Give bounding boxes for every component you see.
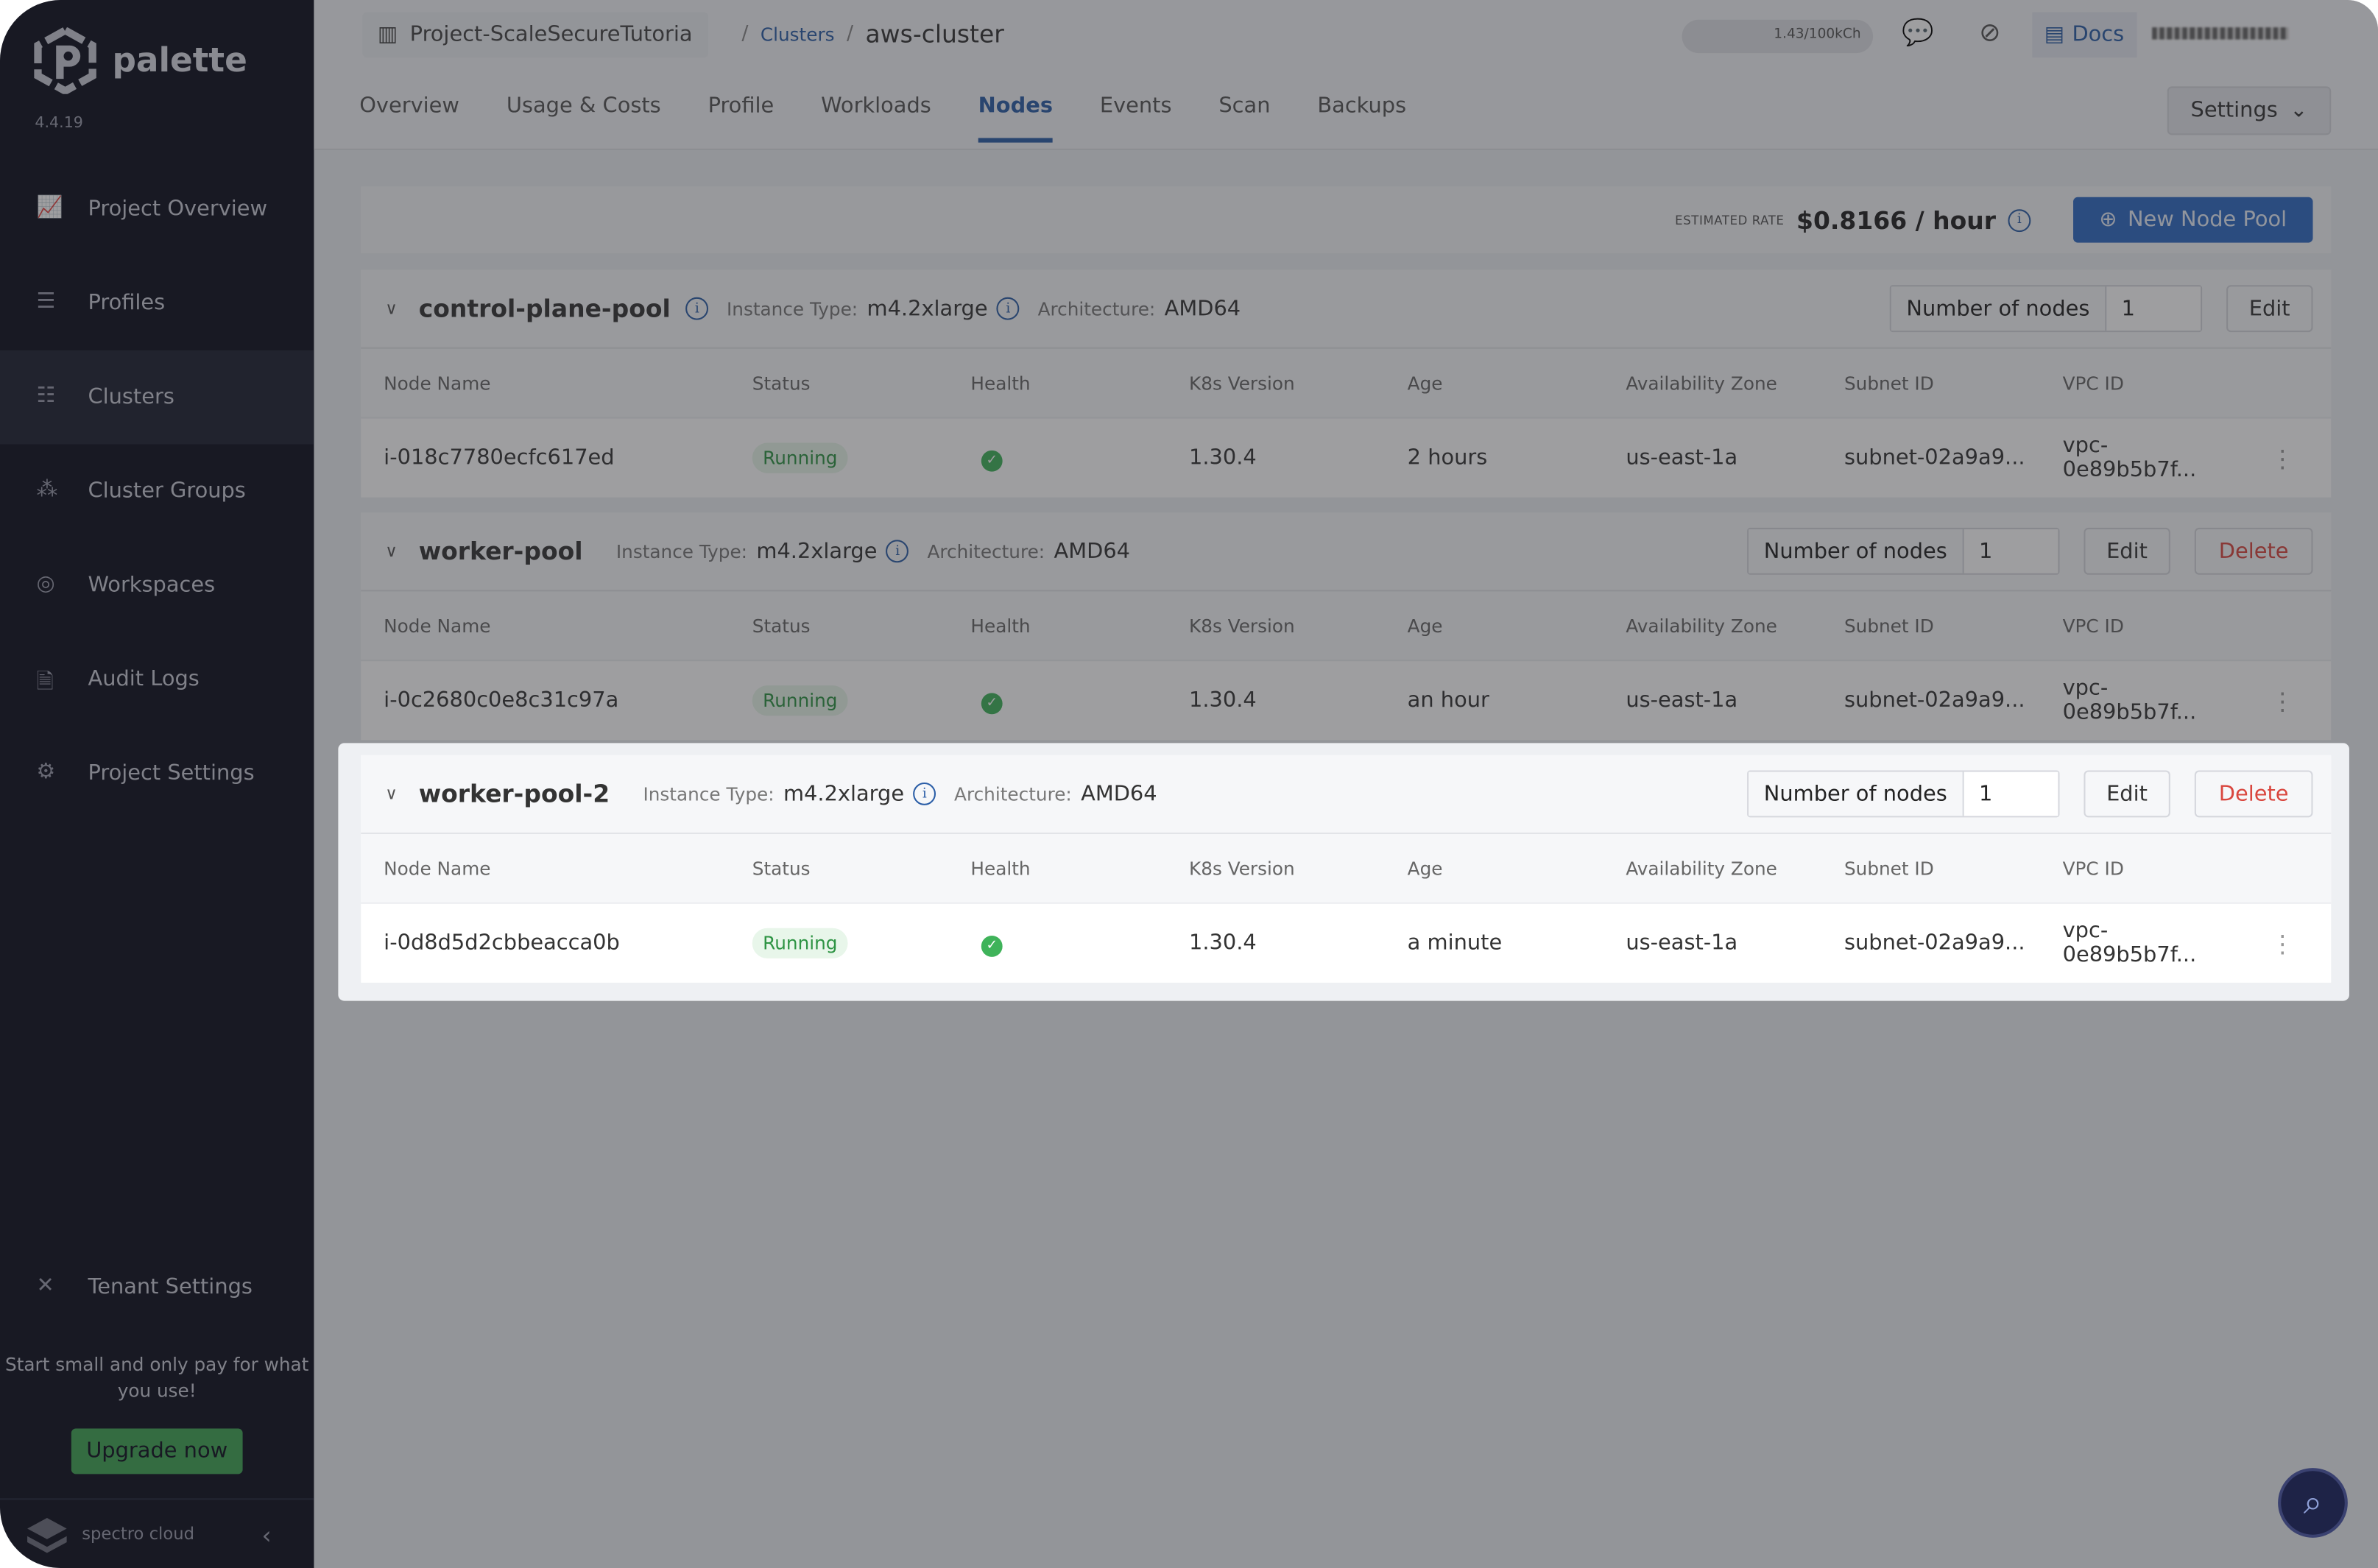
column-header: Availability Zone xyxy=(1626,857,1777,879)
cell-az: us-east-1a xyxy=(1626,930,1738,956)
status-badge: Running xyxy=(752,928,848,958)
column-header: Node Name xyxy=(384,857,491,879)
column-header: Status xyxy=(752,857,811,879)
node-pool-header: ∨ worker-pool-2 i Instance Type: m4.2xla… xyxy=(361,755,2332,834)
search-icon: ⌕ xyxy=(2303,1483,2323,1522)
cell-age: a minute xyxy=(1407,930,1503,956)
delete-pool-button[interactable]: Delete xyxy=(2194,770,2313,818)
chevron-down-icon[interactable]: ∨ xyxy=(385,784,398,804)
table-row[interactable]: i-0d8d5d2cbbeacca0b Running ✓ 1.30.4 a minut… xyxy=(361,904,2331,983)
highlighted-pool-frame: ∨ worker-pool-2 i Instance Type: m4.2xla… xyxy=(338,743,2349,1001)
cell-vpc: vpc-0e89b5b7f... xyxy=(2062,919,2197,968)
instance-type-value: m4.2xlarge xyxy=(783,781,905,806)
column-header: Health xyxy=(970,857,1031,879)
number-of-nodes-label: Number of nodes xyxy=(1749,771,1964,816)
table-header: Node Name Status Health K8s Version Age Avail… xyxy=(361,834,2332,904)
info-icon[interactable]: i xyxy=(913,782,936,805)
cell-name: i-0d8d5d2cbbeacca0b xyxy=(384,930,620,956)
node-pool: ∨ worker-pool-2 i Instance Type: m4.2xla… xyxy=(361,755,2332,983)
cell-subnet: subnet-02a9a9... xyxy=(1844,930,2025,956)
row-menu-icon[interactable]: ⋮ xyxy=(2234,929,2331,958)
column-header: K8s Version xyxy=(1189,857,1295,879)
pool-name: worker-pool-2 xyxy=(418,779,610,808)
number-of-nodes-input[interactable] xyxy=(1964,771,2058,816)
search-help-button[interactable]: ⌕ xyxy=(2278,1468,2348,1538)
number-of-nodes-field: Number of nodes xyxy=(1747,770,2060,818)
health-check-icon: ✓ xyxy=(981,934,1003,956)
column-header: Age xyxy=(1407,857,1443,879)
app-window: palette 4.4.19 📈 Project Overview ☰ Prof… xyxy=(0,0,2378,1568)
instance-type-label: Instance Type: xyxy=(643,783,775,805)
architecture-value: AMD64 xyxy=(1081,781,1157,806)
cell-k8s: 1.30.4 xyxy=(1189,930,1257,956)
architecture-label: Architecture: xyxy=(954,783,1072,805)
column-header: VPC ID xyxy=(2062,857,2124,879)
edit-pool-button[interactable]: Edit xyxy=(2084,770,2170,818)
column-header: Subnet ID xyxy=(1844,857,1934,879)
